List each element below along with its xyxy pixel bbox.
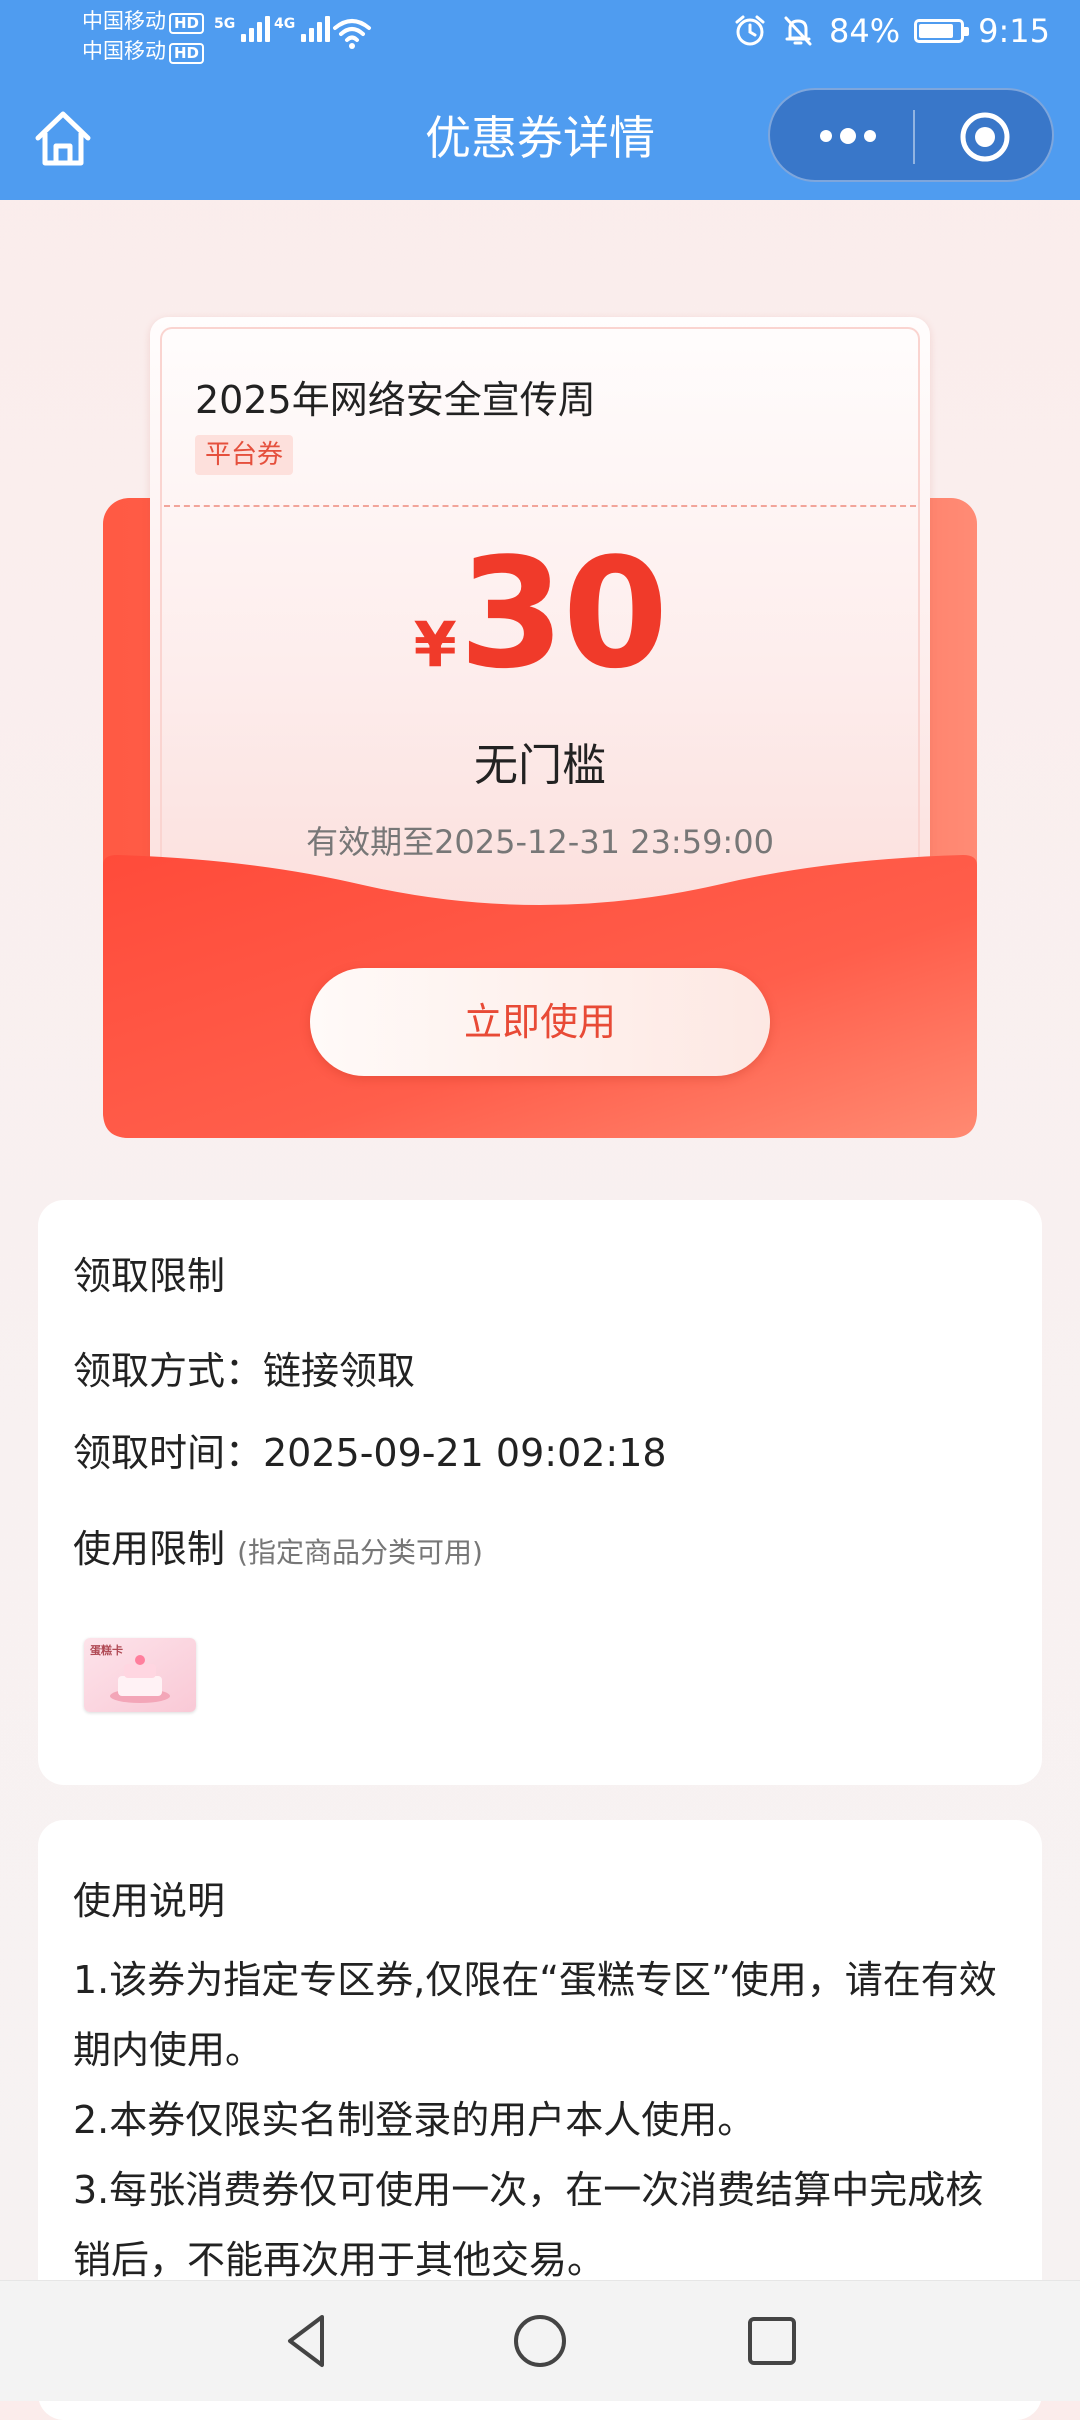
claim-time: 领取时间：2025-09-21 09:02:18 <box>73 1431 667 1475</box>
hd-badge: HD <box>169 43 205 64</box>
wifi-icon <box>333 19 371 49</box>
instruction-item: 1.该券为指定专区券,仅限在“蛋糕专区”使用，请在有效期内使用。 <box>73 1958 997 2072</box>
usage-subtitle: (指定商品分类可用) <box>237 1536 483 1569</box>
carrier-name: 中国移动 <box>82 39 166 63</box>
more-options-icon[interactable] <box>808 118 888 154</box>
amount-value: 30 <box>458 525 669 702</box>
use-now-button[interactable]: 立即使用 <box>310 968 770 1076</box>
cake-card-thumbnail[interactable]: 蛋糕卡 <box>84 1638 196 1712</box>
claim-method: 领取方式：链接领取 <box>73 1349 416 1393</box>
instructions-heading: 使用说明 <box>73 1879 226 1923</box>
mute-bell-icon <box>784 16 812 46</box>
top-bar: 中国移动 HD 中国移动 HD 5G 4G 84% 9:15 优惠券详情 <box>0 0 1080 200</box>
status-bar: 中国移动 HD 中国移动 HD 5G 4G 84% 9:15 <box>0 0 1080 70</box>
coupon-amount: ¥30 <box>150 538 930 690</box>
recent-apps-icon[interactable] <box>740 2309 804 2373</box>
dashed-divider <box>164 505 916 507</box>
battery-percent: 84% <box>829 12 901 50</box>
currency-symbol: ¥ <box>413 608 457 681</box>
mini-program-capsule <box>768 88 1054 182</box>
instruction-item: 2.本券仅限实名制登录的用户本人使用。 <box>73 2098 756 2142</box>
back-icon[interactable] <box>276 2309 340 2373</box>
usage-heading: 使用限制 <box>73 1527 226 1571</box>
title-bar: 优惠券详情 <box>0 70 1080 200</box>
carrier-info: 中国移动 HD 中国移动 HD <box>82 6 205 66</box>
home-circle-icon[interactable] <box>508 2309 572 2373</box>
coupon-ticket: 2025年网络安全宣传周 平台券 ¥30 无门槛 有效期至2025-12-31 … <box>150 317 930 937</box>
usage-restriction: 使用限制 (指定商品分类可用) <box>73 1518 483 1573</box>
alarm-icon <box>735 15 765 46</box>
status-right: 84% 9:15 <box>733 12 1050 50</box>
hd-badge: HD <box>169 13 205 34</box>
clock: 9:15 <box>978 12 1050 50</box>
carrier-name: 中国移动 <box>82 9 166 33</box>
signal-5g-icon: 5G <box>214 16 271 42</box>
system-nav-bar <box>0 2280 1080 2401</box>
coupon-name: 2025年网络安全宣传周 <box>195 378 596 422</box>
instructions-list: 1.该券为指定专区券,仅限在“蛋糕专区”使用，请在有效期内使用。 2.本券仅限实… <box>73 1945 1012 2295</box>
signal-4g-icon: 4G <box>274 16 331 42</box>
coupon-type-badge: 平台券 <box>195 435 294 475</box>
capsule-divider <box>913 110 915 164</box>
cake-card-label: 蛋糕卡 <box>90 1644 123 1657</box>
coupon-condition: 无门槛 <box>474 740 606 791</box>
claim-heading: 领取限制 <box>73 1254 226 1298</box>
instruction-item: 3.每张消费券仅可使用一次，在一次消费结算中完成核销后，不能再次用于其他交易。 <box>73 2168 984 2282</box>
battery-icon <box>914 19 970 43</box>
close-miniprogram-icon[interactable] <box>958 110 1012 164</box>
claim-restriction-card: 领取限制 领取方式：链接领取 领取时间：2025-09-21 09:02:18 … <box>38 1200 1042 1785</box>
